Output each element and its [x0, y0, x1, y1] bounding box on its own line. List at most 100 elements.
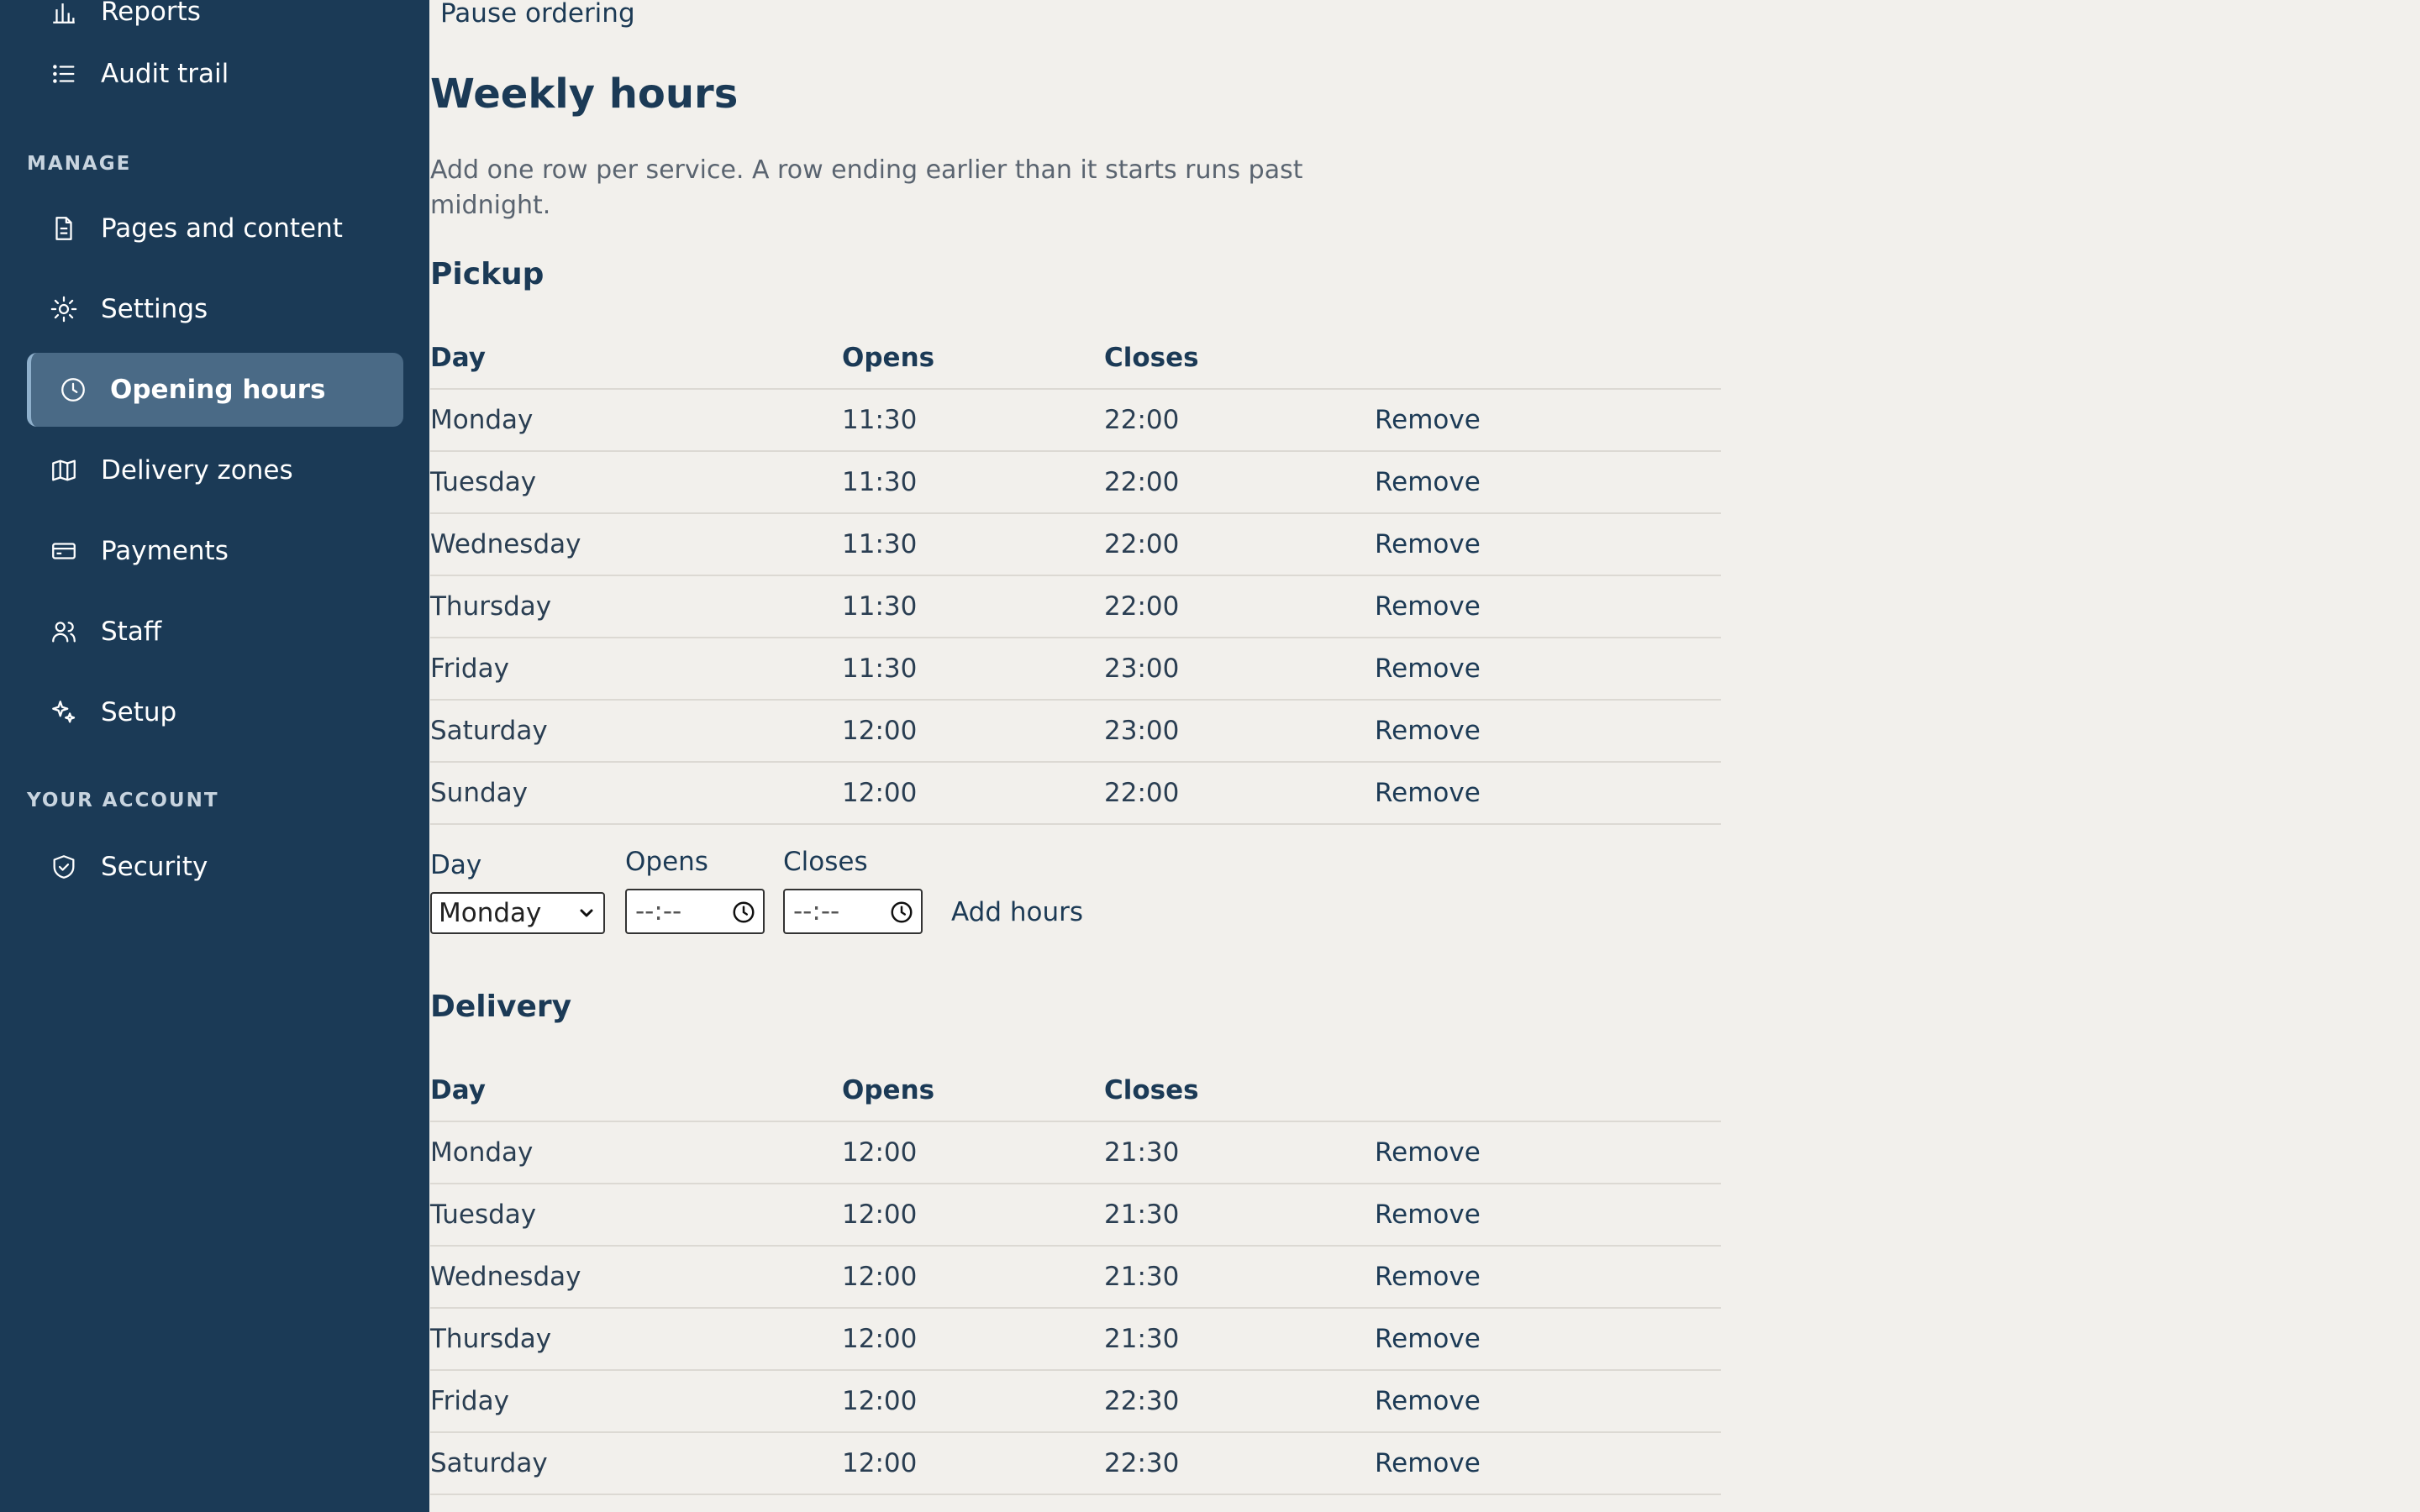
sidebar-item-audit-trail[interactable]: Audit trail [27, 37, 403, 111]
remove-button[interactable]: Remove [1375, 1200, 1481, 1230]
sidebar-item-label: Security [101, 852, 208, 882]
table-row: Thursday 12:00 21:30 Remove [430, 1308, 1721, 1371]
table-header-row: Day Opens Closes [430, 1060, 1721, 1122]
sidebar-item-setup[interactable]: Setup [27, 675, 403, 749]
remove-button[interactable]: Remove [1375, 591, 1481, 622]
opens-cell: 11:30 [842, 513, 1104, 576]
closes-cell: 22:00 [1104, 451, 1375, 514]
column-header-actions [1375, 1060, 1721, 1122]
closes-cell: 21:30 [1104, 1184, 1375, 1247]
closes-cell: 22:00 [1104, 575, 1375, 638]
column-header-day: Day [430, 328, 842, 390]
table-row: Tuesday 12:00 21:30 Remove [430, 1184, 1721, 1247]
bar-chart-icon [47, 0, 81, 29]
chevron-down-icon [576, 900, 597, 932]
delivery-hours-table: Day Opens Closes Monday 12:00 21:30 Remo… [430, 1060, 1721, 1495]
sidebar-item-payments[interactable]: Payments [27, 514, 403, 588]
day-select[interactable]: Monday [430, 892, 605, 934]
sidebar-item-label: Audit trail [101, 59, 229, 89]
day-cell: Friday [430, 1370, 842, 1433]
sidebar-item-label: Reports [101, 0, 201, 27]
sparkles-icon [47, 696, 81, 729]
table-row: Wednesday 11:30 22:00 Remove [430, 513, 1721, 576]
column-header-opens: Opens [842, 328, 1104, 390]
clock-icon [56, 373, 90, 407]
delivery-section-title: Delivery [430, 990, 572, 1024]
remove-button[interactable]: Remove [1375, 467, 1481, 497]
sidebar-item-label: Setup [101, 697, 177, 727]
opens-cell: 12:00 [842, 762, 1104, 825]
table-row: Thursday 11:30 22:00 Remove [430, 575, 1721, 638]
remove-button[interactable]: Remove [1375, 1386, 1481, 1416]
sidebar-item-label: Payments [101, 536, 229, 566]
opens-cell: 12:00 [842, 700, 1104, 763]
table-row: Friday 12:00 22:30 Remove [430, 1370, 1721, 1433]
add-hours-button[interactable]: Add hours [951, 897, 1083, 927]
pickup-hours-table: Day Opens Closes Monday 11:30 22:00 Remo… [430, 328, 1721, 825]
closes-cell: 21:30 [1104, 1308, 1375, 1371]
sidebar-item-label: Delivery zones [101, 455, 293, 486]
list-icon [47, 57, 81, 91]
remove-button[interactable]: Remove [1375, 716, 1481, 746]
remove-button[interactable]: Remove [1375, 654, 1481, 684]
remove-button[interactable]: Remove [1375, 405, 1481, 435]
column-header-day: Day [430, 1060, 842, 1122]
clock-icon[interactable] [731, 900, 756, 932]
users-icon [47, 615, 81, 648]
table-row: Saturday 12:00 23:00 Remove [430, 700, 1721, 763]
day-field-label: Day [430, 850, 482, 880]
day-cell: Tuesday [430, 451, 842, 514]
closes-time-placeholder: --:-- [793, 896, 840, 927]
sidebar-item-security[interactable]: Security [27, 830, 403, 904]
clock-icon[interactable] [889, 900, 914, 932]
closes-time-input[interactable]: --:-- [783, 889, 923, 934]
column-header-actions [1375, 328, 1721, 390]
sidebar-item-pages-and-content[interactable]: Pages and content [27, 192, 403, 265]
sidebar: Reports Audit trail MANAGE Pages and con… [0, 0, 429, 1512]
day-cell: Monday [430, 1121, 842, 1184]
opens-cell: 11:30 [842, 575, 1104, 638]
day-cell: Thursday [430, 1308, 842, 1371]
shield-icon [47, 850, 81, 884]
page-description: Add one row per service. A row ending ea… [430, 155, 1303, 220]
section-label-your-account: YOUR ACCOUNT [27, 790, 219, 811]
remove-button[interactable]: Remove [1375, 1448, 1481, 1478]
opens-cell: 11:30 [842, 389, 1104, 452]
sidebar-item-delivery-zones[interactable]: Delivery zones [27, 433, 403, 507]
table-row: Monday 12:00 21:30 Remove [430, 1121, 1721, 1184]
table-row: Sunday 12:00 22:00 Remove [430, 762, 1721, 825]
opens-cell: 11:30 [842, 451, 1104, 514]
closes-cell: 22:30 [1104, 1370, 1375, 1433]
day-cell: Tuesday [430, 1184, 842, 1247]
table-row: Monday 11:30 22:00 Remove [430, 389, 1721, 452]
column-header-opens: Opens [842, 1060, 1104, 1122]
section-label-manage: MANAGE [27, 153, 132, 175]
day-cell: Wednesday [430, 513, 842, 576]
day-cell: Saturday [430, 700, 842, 763]
sidebar-item-opening-hours[interactable]: Opening hours [27, 353, 403, 427]
sidebar-item-staff[interactable]: Staff [27, 595, 403, 669]
main-content: Pause ordering Weekly hours Add one row … [430, 0, 2420, 1512]
table-row: Wednesday 12:00 21:30 Remove [430, 1246, 1721, 1309]
remove-button[interactable]: Remove [1375, 1137, 1481, 1168]
remove-button[interactable]: Remove [1375, 529, 1481, 559]
page-title: Weekly hours [430, 71, 739, 118]
pause-ordering-button[interactable]: Pause ordering [440, 0, 635, 29]
remove-button[interactable]: Remove [1375, 778, 1481, 808]
opens-time-placeholder: --:-- [635, 896, 682, 927]
pickup-section-title: Pickup [430, 257, 544, 291]
credit-card-icon [47, 534, 81, 568]
opens-time-input[interactable]: --:-- [625, 889, 765, 934]
day-cell: Monday [430, 389, 842, 452]
sidebar-item-label: Staff [101, 617, 162, 647]
sidebar-item-settings[interactable]: Settings [27, 272, 403, 346]
remove-button[interactable]: Remove [1375, 1262, 1481, 1292]
remove-button[interactable]: Remove [1375, 1324, 1481, 1354]
column-header-closes: Closes [1104, 1060, 1375, 1122]
closes-cell: 23:00 [1104, 700, 1375, 763]
map-icon [47, 454, 81, 487]
day-cell: Friday [430, 638, 842, 701]
opens-cell: 12:00 [842, 1184, 1104, 1247]
table-row: Saturday 12:00 22:30 Remove [430, 1432, 1721, 1495]
closes-cell: 22:00 [1104, 513, 1375, 576]
